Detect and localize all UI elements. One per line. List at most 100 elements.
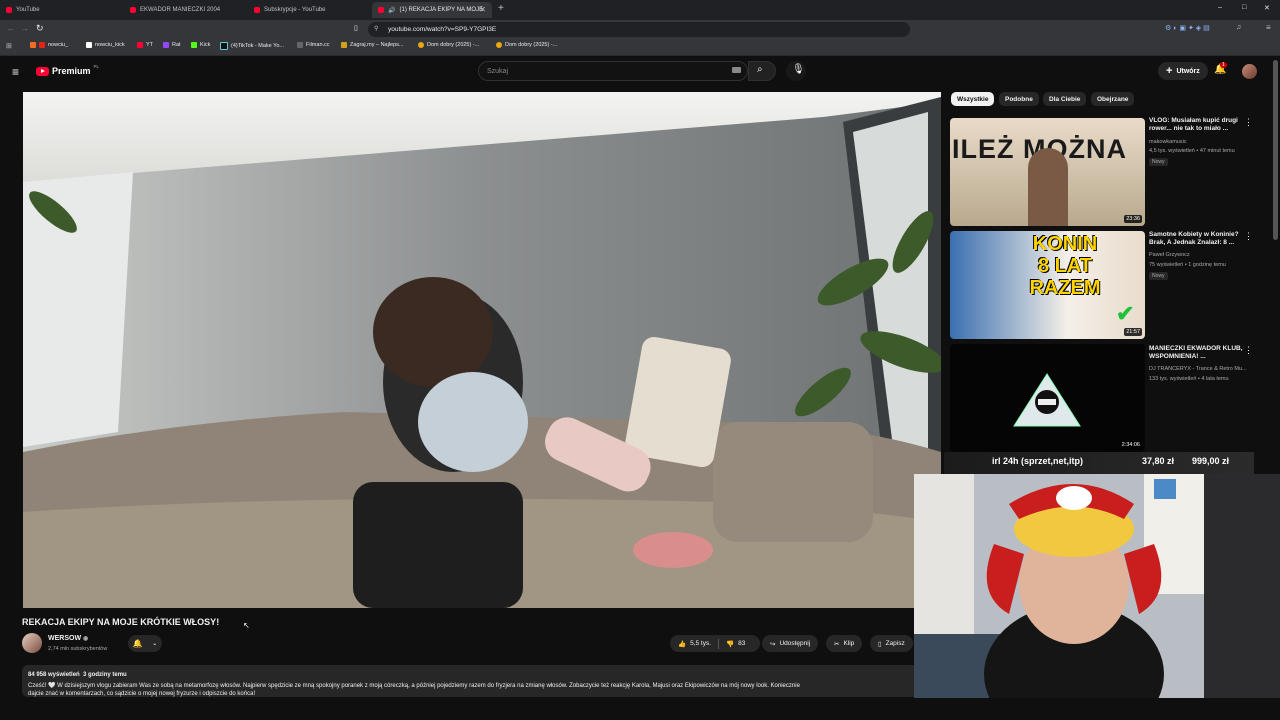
bookmark-label: YT (146, 42, 154, 48)
keyboard-icon[interactable] (732, 67, 741, 73)
bookmark-item[interactable]: Rat (163, 42, 181, 48)
address-bar[interactable]: ⚲ youtube.com/watch?v=SP9-Y7GPI3E (368, 22, 910, 37)
like-button[interactable]: 👍 5,5 tys. (678, 640, 711, 648)
twitch-icon (163, 42, 169, 48)
bookmark-favicon-icon (30, 42, 36, 48)
bookmark-item[interactable]: Dom dobry (2025) -... (418, 42, 479, 48)
tab-current-video[interactable]: 🔊 (1) REKACJA EKIPY NA MOJE ✕ (372, 2, 492, 18)
scrollbar[interactable] (1273, 60, 1278, 240)
bookmark-favicon-icon (297, 42, 303, 48)
chip-all[interactable]: Wszystkie (951, 92, 995, 106)
subscriber-count: 2,74 mln subskrybentów (48, 646, 108, 652)
bookmark-item[interactable]: YT (137, 42, 153, 48)
share-icon: ↪ (770, 640, 776, 648)
bookmark-favicon-icon (341, 42, 347, 48)
rec-thumbnail[interactable]: 2:34:06 (950, 344, 1145, 452)
video-player[interactable] (23, 92, 941, 608)
bookmarks-bar: ⊞ nowciu_ nowciu_kick YT Rat Kick (4)Tik… (0, 39, 1280, 56)
avatar[interactable] (1242, 64, 1257, 79)
bookmark-label: Filman.cc (306, 42, 330, 48)
bookmark-item[interactable]: nowciu_kick (86, 42, 125, 48)
more-options-icon[interactable]: ⋮ (1244, 346, 1253, 355)
bookmark-item[interactable]: Kick (191, 42, 210, 48)
channel-name[interactable]: WERSOW ◉ (48, 635, 88, 642)
browser-tab-bar: YouTube EKWADOR MANIECZKI 2004 Subskrypc… (0, 0, 1280, 20)
description-box[interactable]: 84 958 wyświetleń 3 godziny temu Cześć! … (22, 665, 918, 697)
dislike-button[interactable]: 👎 83 (726, 640, 745, 648)
verified-icon: ◉ (83, 636, 89, 642)
new-tab-icon[interactable]: + (498, 3, 504, 14)
rec-meta: 133 tys. wyświetleń • 4 lata temu (1149, 376, 1229, 382)
thumbs-down-icon: 👎 (726, 640, 735, 648)
create-button[interactable]: + Utwórz (1158, 62, 1208, 80)
new-badge: Nowy (1149, 158, 1168, 166)
media-icon[interactable]: ♫ (1236, 24, 1241, 31)
thumb-line: 8 LAT (1037, 255, 1093, 277)
bookmark-label: nowciu_kick (95, 42, 125, 48)
bookmark-icon[interactable]: ▯ (354, 24, 358, 32)
like-count: 5,5 tys. (690, 640, 712, 647)
bookmark-item[interactable]: Zagraj.my – Najleps... (341, 42, 404, 48)
chip-related[interactable]: Podobne (999, 92, 1039, 106)
search-button[interactable]: ⌕ (748, 61, 776, 81)
rec-channel[interactable]: Paweł Grzywocz (1149, 252, 1249, 259)
tiktok-icon (220, 42, 228, 50)
tab-label: Subskrypcje - YouTube (264, 7, 326, 13)
tab-label: EKWADOR MANIECZKI 2004 (140, 7, 221, 13)
rec-thumbnail[interactable]: ILEŻ MOŻNA 23:36 (950, 118, 1145, 226)
menu-icon[interactable]: ≡ (1266, 23, 1271, 32)
thumbs-up-icon: 👍 (678, 640, 687, 648)
apps-grid-icon[interactable]: ⊞ (6, 42, 12, 50)
bookmark-item[interactable]: nowciu_ (30, 42, 68, 48)
video-duration: 2:34:06 (1119, 441, 1142, 449)
bookmark-label: nowciu_ (48, 42, 69, 48)
youtube-favicon-icon (254, 7, 260, 13)
extensions-area-icon[interactable]: ⚙ ◐ ▣ ✦ ◈ ▤ (1165, 24, 1210, 32)
site-info-icon[interactable]: ⚲ (374, 25, 378, 32)
clip-button[interactable]: ✂ Klip (826, 635, 863, 652)
chip-watched[interactable]: Obejrzane (1091, 92, 1135, 106)
notification-count-badge: 1 (1220, 62, 1227, 68)
bookmark-favicon-icon (39, 42, 45, 48)
rec-title[interactable]: Samotne Kobiety w Koninie? Brak, A Jedna… (1149, 231, 1244, 247)
url-text: youtube.com/watch?v=SP9-Y7GPI3E (388, 26, 497, 33)
back-icon[interactable]: ← (7, 24, 15, 33)
youtube-favicon-icon (137, 42, 143, 48)
rec-channel[interactable]: DJ TRANCERYX - Trance & Retro Mu... (1149, 366, 1249, 373)
subscription-bell-button[interactable]: 🔔 ⌄ (128, 635, 162, 652)
tab-subscriptions[interactable]: Subskrypcje - YouTube (248, 2, 370, 18)
forward-icon[interactable]: → (21, 24, 29, 33)
youtube-logo[interactable]: Premium PL (36, 64, 99, 76)
reload-icon[interactable]: ↻ (36, 23, 44, 34)
mouse-cursor-icon: ↖ (243, 621, 250, 630)
bookmark-label: (4)TikTok - Make Yo... (231, 43, 284, 49)
chevron-down-icon: ⌄ (152, 641, 158, 647)
rec-channel[interactable]: makowkamusic (1149, 139, 1249, 146)
chip-for-you[interactable]: Dla Ciebie (1043, 92, 1087, 106)
voice-search-button[interactable]: 🎙 (786, 61, 806, 81)
more-options-icon[interactable]: ⋮ (1244, 232, 1253, 241)
save-button[interactable]: ▯ Zapisz (870, 635, 913, 652)
close-window-button[interactable]: ✕ (1264, 4, 1270, 12)
tab-ekwador[interactable]: EKWADOR MANIECZKI 2004 (124, 2, 246, 18)
share-label: Udostępnij (779, 640, 811, 647)
rec-title[interactable]: MANIECZKI EKWADOR KLUB, WSPOMNIENIA! ... (1149, 345, 1244, 361)
maximize-button[interactable]: □ (1242, 4, 1246, 11)
more-options-icon[interactable]: ⋮ (1244, 118, 1253, 127)
bookmark-item[interactable]: Filman.cc (297, 42, 330, 48)
bookmark-item[interactable]: (4)TikTok - Make Yo... (220, 42, 284, 50)
bookmark-item[interactable]: Dom dobry (2025) -... (496, 42, 557, 48)
hamburger-menu-icon[interactable]: ≡ (12, 65, 19, 79)
rec-thumbnail[interactable]: KONIN 8 LAT RAZEM ✔ 21:57 (950, 231, 1145, 339)
thumbnail-text: KONIN 8 LAT RAZEM (1005, 233, 1125, 299)
logo-text: Premium (52, 66, 91, 76)
rec-title[interactable]: VLOG: Musiałam kupić drugi rower... nie … (1149, 117, 1244, 133)
share-button[interactable]: ↪ Udostępnij (762, 635, 819, 652)
create-label: Utwórz (1176, 67, 1200, 75)
channel-avatar[interactable] (22, 633, 42, 653)
like-dislike-group: 👍 5,5 tys. 👎 83 (670, 635, 760, 652)
tab-youtube[interactable]: YouTube (0, 2, 122, 18)
search-input[interactable]: Szukaj (478, 61, 748, 81)
minimize-button[interactable]: – (1218, 4, 1222, 11)
close-tab-icon[interactable]: ✕ (479, 5, 486, 14)
